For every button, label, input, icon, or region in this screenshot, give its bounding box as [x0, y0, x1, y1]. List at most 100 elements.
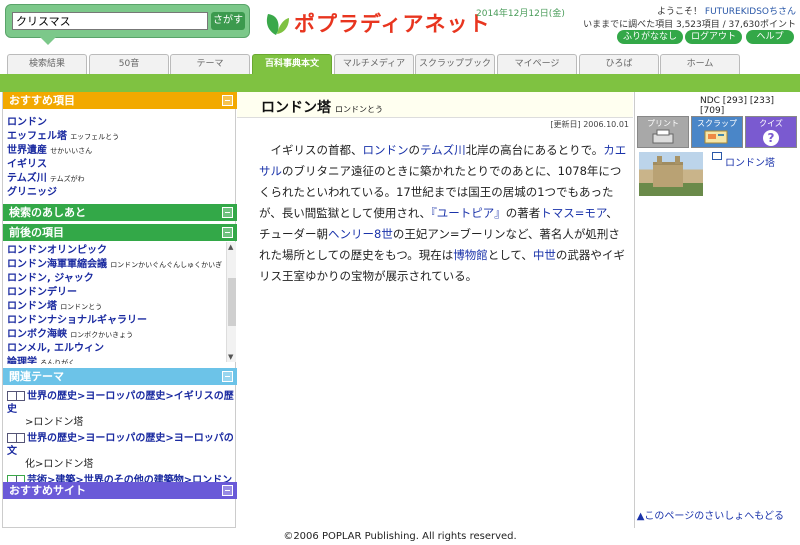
- article-title-ruby: ロンドンとう: [335, 105, 383, 114]
- tab-6[interactable]: スクラップブック: [415, 54, 495, 74]
- list-item[interactable]: ロンドン塔 ロンドンとう: [7, 300, 222, 314]
- tab-2[interactable]: 50音: [89, 54, 169, 74]
- list-item[interactable]: グリニッジ: [7, 186, 119, 200]
- list-item-label: ロンドンオリンピック: [7, 245, 107, 256]
- list-item-label: 世界遺産: [7, 145, 47, 156]
- list-item[interactable]: ロンメル, エルウィン: [7, 342, 222, 356]
- username: FUTUREKIDSOちさん: [704, 7, 796, 17]
- article-body: イギリスの首都、ロンドンのテムズ川北岸の高台にあるとりで。カエサルのブリタニア遠…: [259, 140, 629, 287]
- search-button[interactable]: さがす: [211, 12, 245, 30]
- body-text: イギリスの首都、: [270, 143, 363, 157]
- related-header[interactable]: 関連テーマ: [3, 368, 237, 385]
- list-item[interactable]: ロンドンオリンピック: [7, 244, 222, 258]
- related-theme-item[interactable]: 世界の歴史>ヨーロッパの歴史>イギリスの歴史 >ロンドン塔: [7, 390, 235, 429]
- list-item[interactable]: ロンドンナショナルギャラリー: [7, 314, 222, 328]
- question-icon: ?: [763, 130, 779, 146]
- link-thomas-more[interactable]: トマス=モア: [540, 206, 606, 220]
- list-item-label: 論理学: [7, 357, 37, 364]
- tower-photo-thumbnail[interactable]: [639, 152, 703, 196]
- scroll-up-icon[interactable]: ▲: [228, 243, 233, 251]
- recommended-title: おすすめ項目: [9, 94, 75, 107]
- related-theme-tail: >ロンドン塔: [25, 417, 84, 428]
- leaf-icon: [266, 14, 289, 35]
- list-item[interactable]: ロンドン: [7, 116, 119, 130]
- neighbors-header[interactable]: 前後の項目: [3, 224, 237, 241]
- list-item-label: ロンメル, エルウィン: [7, 343, 104, 354]
- tab-bar: 検索結果 50音 テーマ 百科事典本文 マルチメディア スクラップブック マイページ ひろばホ…: [0, 54, 800, 74]
- recommended-list: ロンドン エッフェル塔 エッフェルとう 世界遺産 せかいいさん イギリステムズ川 テム…: [7, 116, 119, 200]
- scrollbar-thumb[interactable]: [228, 278, 236, 326]
- tab-5[interactable]: マルチメディア: [334, 54, 414, 74]
- help-button[interactable]: ヘルプ: [746, 30, 794, 44]
- logout-button[interactable]: ログアウト: [685, 30, 743, 44]
- list-item[interactable]: ロンドン海軍軍縮会議 ロンドンかいぐんぐんしゅくかいぎ: [7, 258, 222, 272]
- list-item-label: イギリス: [7, 159, 47, 170]
- print-label: プリント: [647, 119, 679, 128]
- tab-3[interactable]: テーマ: [170, 54, 250, 74]
- scrollbar[interactable]: ▲ ▼: [226, 242, 236, 362]
- list-item-ruby: ロンボクかいきょう: [70, 331, 134, 339]
- list-item-label: ロンドン塔: [7, 301, 57, 312]
- list-item-label: ロンボク海峡: [7, 329, 67, 340]
- link-middle-ages[interactable]: 中世: [533, 248, 556, 262]
- header: さがす ポプラディアネット 2014年12月12日(金) ようこそ！ FUTUR…: [0, 0, 800, 50]
- search-history-header[interactable]: 検索のあしあと: [3, 204, 237, 221]
- greeting: ようこそ！ FUTUREKIDSOちさん: [657, 4, 796, 17]
- furigana-button[interactable]: ふりがななし: [617, 30, 684, 44]
- list-item[interactable]: テムズ川 テムズがわ: [7, 172, 119, 186]
- date: 2014年12月12日(金): [476, 9, 565, 19]
- list-item[interactable]: エッフェル塔 エッフェルとう: [7, 130, 119, 144]
- scrap-button[interactable]: スクラップ: [691, 116, 743, 148]
- collapse-icon[interactable]: [222, 95, 233, 106]
- image-link[interactable]: ロンドン塔: [725, 154, 775, 169]
- list-item[interactable]: ロンドンデリー: [7, 286, 222, 300]
- quiz-button[interactable]: クイズ ?: [745, 116, 797, 148]
- book-icon: [7, 433, 25, 443]
- link-utopia[interactable]: 『ユートピア』: [431, 206, 506, 220]
- link-thames[interactable]: テムズ川: [420, 143, 466, 157]
- sites-header[interactable]: おすすめサイト: [3, 482, 237, 499]
- list-item[interactable]: 世界遺産 せかいいさん: [7, 144, 119, 158]
- related-theme-path: 世界の歴史>ヨーロッパの歴史>イギリスの歴史: [7, 391, 234, 415]
- print-button[interactable]: プリント: [637, 116, 689, 148]
- tools-panel: プリント スクラップ クイズ ? ロンドン塔 ▲このページのさいしょへもどる: [634, 92, 800, 528]
- list-item[interactable]: ロンボク海峡 ロンボクかいきょう: [7, 328, 222, 342]
- body-text: の著者: [505, 206, 541, 220]
- list-item[interactable]: ロンドン, ジャック: [7, 272, 222, 286]
- list-item[interactable]: 論理学 ろんりがく: [7, 356, 222, 364]
- tab-underline-bar: [0, 74, 800, 92]
- list-item-label: ロンドン, ジャック: [7, 273, 94, 284]
- updated-date: [更新日] 2006.10.01: [550, 120, 629, 129]
- list-item-label: テムズ川: [7, 173, 47, 184]
- list-item-label: エッフェル塔: [7, 131, 67, 142]
- tab-1[interactable]: 検索結果: [7, 54, 87, 74]
- tab-7[interactable]: マイページ: [497, 54, 577, 74]
- scrapbook-icon: [704, 130, 728, 144]
- collapse-icon[interactable]: [222, 485, 233, 496]
- list-item-label: グリニッジ: [7, 187, 57, 198]
- printer-icon: [652, 129, 674, 144]
- related-theme-item[interactable]: 世界の歴史>ヨーロッパの歴史>ヨーロッパの文 化>ロンドン塔: [7, 432, 235, 471]
- list-item-ruby: ロンドンとう: [60, 303, 103, 311]
- link-london[interactable]: ロンドン: [363, 143, 409, 157]
- collapse-icon[interactable]: [222, 227, 233, 238]
- link-henry-viii[interactable]: ヘンリー8世: [328, 227, 393, 241]
- back-to-top-link[interactable]: ▲このページのさいしょへもどる: [637, 507, 784, 522]
- collapse-icon[interactable]: [222, 207, 233, 218]
- search-input[interactable]: [12, 12, 208, 30]
- related-theme-path: 世界の歴史>ヨーロッパの歴史>ヨーロッパの文: [7, 433, 234, 457]
- sidebar: おすすめ項目 ロンドン エッフェル塔 エッフェルとう 世界遺産 せかいいさん イギリス…: [2, 92, 237, 528]
- tab-8[interactable]: ひろば: [579, 54, 659, 74]
- body-text: として、: [487, 248, 533, 262]
- link-museum[interactable]: 博物館: [453, 248, 488, 262]
- scroll-down-icon[interactable]: ▼: [228, 353, 233, 361]
- logo[interactable]: ポプラディアネット: [262, 8, 491, 38]
- tab-4[interactable]: 百科事典本文: [252, 54, 332, 74]
- list-item[interactable]: イギリス: [7, 158, 119, 172]
- logo-text: ポプラディアネット: [294, 12, 491, 36]
- article-header: ロンドン塔 ロンドンとう: [237, 92, 633, 118]
- recommended-header[interactable]: おすすめ項目: [3, 92, 237, 109]
- collapse-icon[interactable]: [222, 371, 233, 382]
- tab-9[interactable]: ホーム: [660, 54, 740, 74]
- quiz-label: クイズ: [759, 119, 783, 128]
